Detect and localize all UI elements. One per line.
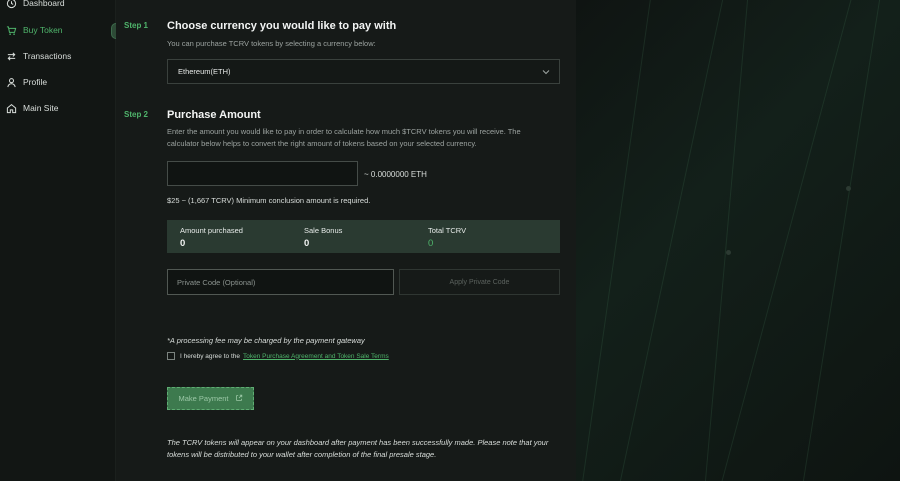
minimum-amount-note: $25 ~ (1,667 TCRV) Minimum conclusion am… bbox=[167, 196, 371, 205]
total-tcrv-value: 0 bbox=[428, 238, 434, 249]
purchase-summary: Amount purchased 0 Sale Bonus 0 Total TC… bbox=[167, 220, 560, 253]
sidebar-item-main-site[interactable]: Main Site bbox=[6, 99, 58, 117]
make-payment-label: Make Payment bbox=[178, 394, 229, 403]
sidebar-item-label: Transactions bbox=[23, 51, 72, 61]
background-decoration bbox=[576, 0, 900, 481]
sidebar: Dashboard Buy Token Transactions Profile… bbox=[0, 0, 116, 481]
sale-bonus-value: 0 bbox=[304, 238, 310, 249]
sidebar-item-label: Buy Token bbox=[23, 25, 63, 35]
amount-input[interactable] bbox=[167, 161, 358, 186]
user-icon bbox=[6, 77, 17, 88]
swap-icon bbox=[6, 51, 17, 62]
step-1-label: Step 1 bbox=[124, 21, 149, 30]
agreement-checkbox[interactable] bbox=[167, 352, 175, 360]
sidebar-item-label: Profile bbox=[23, 77, 48, 87]
sidebar-item-label: Main Site bbox=[23, 103, 59, 113]
make-payment-button[interactable]: Make Payment bbox=[167, 387, 254, 410]
agreement-text: I hereby agree to the bbox=[180, 352, 240, 360]
step-2-label: Step 2 bbox=[124, 110, 149, 119]
sidebar-item-buy-token[interactable]: Buy Token bbox=[6, 21, 63, 39]
private-code-input[interactable] bbox=[167, 269, 394, 295]
sidebar-item-dashboard[interactable]: Dashboard bbox=[6, 0, 65, 12]
sidebar-item-label: Dashboard bbox=[23, 0, 65, 8]
conversion-value: ~ 0.0000000 ETH bbox=[364, 170, 427, 179]
currency-select[interactable]: Ethereum(ETH) bbox=[167, 59, 560, 84]
amount-purchased-label: Amount purchased bbox=[180, 226, 243, 235]
sale-bonus-label: Sale Bonus bbox=[304, 226, 343, 235]
chevron-down-icon bbox=[541, 67, 551, 77]
apply-private-code-button[interactable]: Apply Private Code bbox=[399, 269, 560, 295]
sidebar-item-transactions[interactable]: Transactions bbox=[6, 47, 71, 65]
agreement-row: I hereby agree to the Token Purchase Agr… bbox=[167, 352, 389, 360]
decor-dot bbox=[726, 250, 731, 255]
amount-description: Enter the amount you would like to pay i… bbox=[167, 127, 521, 148]
sidebar-item-profile[interactable]: Profile bbox=[6, 73, 47, 91]
amount-purchased-value: 0 bbox=[180, 238, 186, 249]
distribution-note: The TCRV tokens will appear on your dash… bbox=[167, 438, 549, 459]
clock-icon bbox=[6, 0, 17, 9]
external-link-icon bbox=[235, 394, 243, 404]
cart-icon bbox=[6, 25, 17, 36]
home-icon bbox=[6, 103, 17, 114]
processing-fee-note: *A processing fee may be charged by the … bbox=[167, 336, 365, 345]
total-tcrv-label: Total TCRV bbox=[428, 226, 467, 235]
currency-section-title: Choose currency you would like to pay wi… bbox=[167, 20, 397, 32]
currency-description: You can purchase TCRV tokens by selectin… bbox=[167, 39, 376, 48]
terms-link[interactable]: Token Purchase Agreement and Token Sale … bbox=[243, 353, 389, 360]
currency-select-value: Ethereum(ETH) bbox=[178, 67, 231, 76]
decor-dot bbox=[846, 186, 851, 191]
amount-section-title: Purchase Amount bbox=[167, 109, 261, 121]
